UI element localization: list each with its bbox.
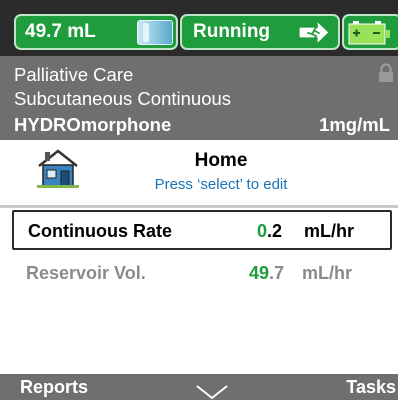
volume-text: 49.7 mL [25, 21, 96, 42]
row-label: Reservoir Vol. [26, 263, 146, 283]
reports-softkey[interactable]: Reports [20, 377, 88, 398]
battery-icon [348, 21, 390, 45]
edit-hint: Press ‘select’ to edit [154, 176, 288, 193]
home-header: Home Press ‘select’ to edit [0, 140, 398, 204]
drug-name: HYDROmorphone [14, 114, 172, 135]
row-value: 0.2 [257, 221, 282, 242]
row-value: 49.7 [249, 263, 284, 284]
row-unit: mL/hr [302, 263, 353, 283]
tasks-softkey[interactable]: Tasks [346, 377, 396, 398]
row-unit: mL/hr [304, 221, 355, 241]
therapy-header: Palliative Care Subcutaneous Continuous … [0, 56, 398, 140]
exit-run-icon [298, 19, 330, 46]
value-decimal: .7 [268, 263, 284, 283]
row-label: Continuous Rate [28, 221, 172, 241]
drug-concentration: 1mg/mL [319, 114, 390, 135]
reservoir-icon [137, 20, 173, 45]
lock-icon [379, 63, 393, 82]
softkey-bar: Reports Tasks [0, 374, 398, 400]
divider [0, 205, 398, 208]
status-bar: 49.7 mL Running [0, 0, 398, 56]
pump-state-indicator: Running [180, 14, 340, 50]
care-area-label: Palliative Care [14, 64, 134, 85]
reservoir-volume-row[interactable]: Reservoir Vol. 49.7 mL/hr [12, 254, 392, 294]
value-integer: 0 [256, 221, 267, 241]
chevron-down-icon[interactable] [195, 384, 229, 400]
battery-indicator [342, 14, 398, 50]
continuous-rate-row[interactable]: Continuous Rate 0.2 mL/hr [12, 210, 392, 250]
volume-indicator: 49.7 mL [14, 14, 178, 50]
page-title: Home [194, 150, 248, 171]
value-decimal: .2 [266, 221, 282, 241]
route-label: Subcutaneous Continuous [14, 88, 232, 109]
pump-state-text: Running [193, 21, 271, 42]
value-integer: 49 [248, 263, 269, 283]
